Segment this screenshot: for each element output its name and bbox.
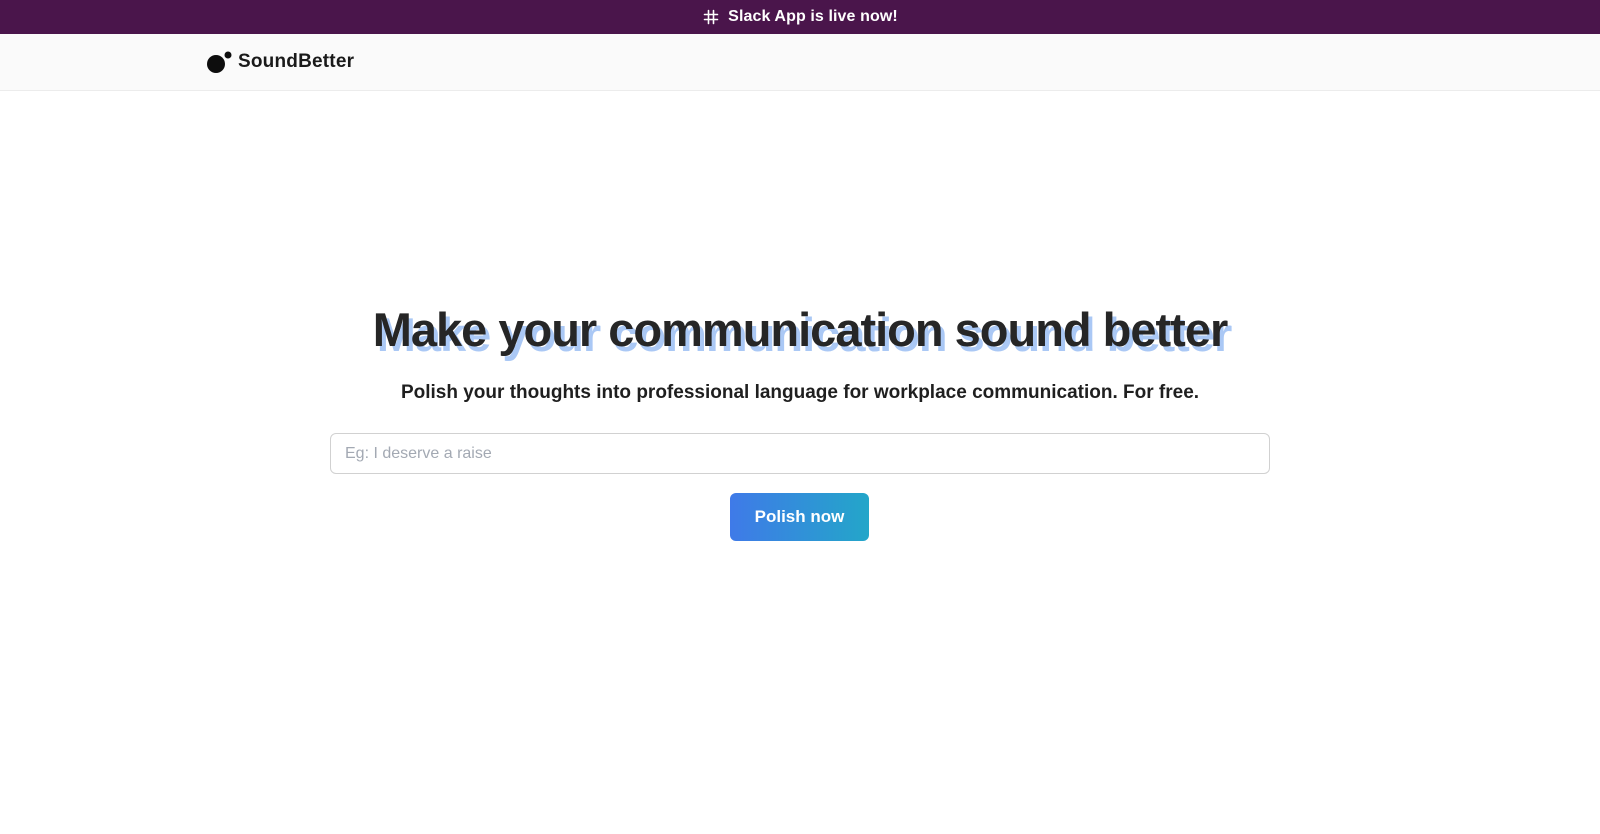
brand-name: SoundBetter bbox=[238, 51, 355, 72]
brand-home-link[interactable]: SoundBetter bbox=[206, 50, 354, 74]
polish-now-button[interactable]: Polish now bbox=[730, 493, 869, 541]
top-navbar: SoundBetter bbox=[0, 34, 1600, 91]
soundbetter-logo-icon bbox=[206, 50, 232, 74]
hero-title: Make your communication sound better bbox=[372, 303, 1229, 356]
prompt-input[interactable] bbox=[330, 433, 1270, 474]
slack-icon bbox=[702, 8, 720, 26]
hero-subtitle: Polish your thoughts into professional l… bbox=[400, 382, 1200, 403]
announcement-text: Slack App is live now! bbox=[728, 8, 898, 25]
announcement-bar[interactable]: Slack App is live now! bbox=[0, 0, 1600, 34]
hero-section: Make your communication sound better Pol… bbox=[0, 298, 1600, 407]
prompt-input-wrapper bbox=[330, 433, 1270, 474]
